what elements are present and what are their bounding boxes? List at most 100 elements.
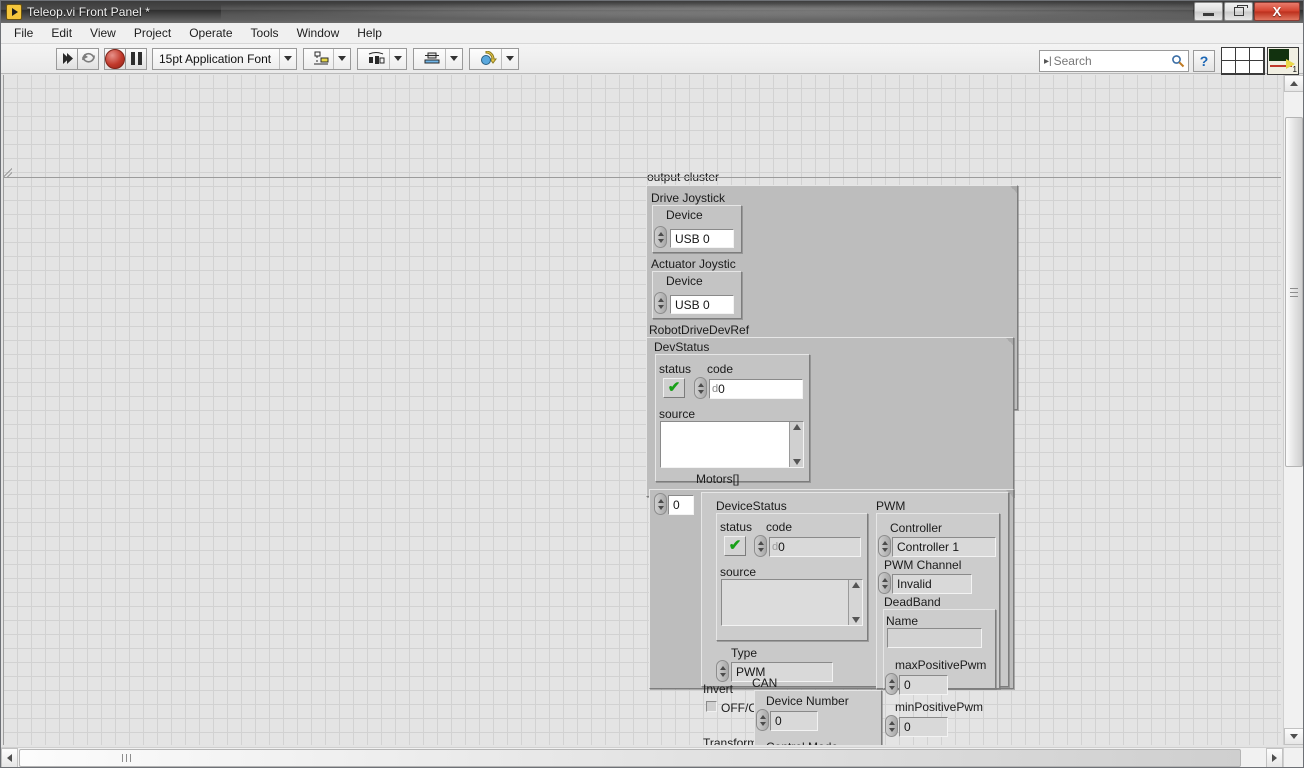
cluster-resize-nub-tr[interactable] [1010,186,1017,193]
drive-joystick-device-value[interactable]: USB 0 [670,229,734,248]
actuator-joystick-label: Actuator Joystic [651,257,736,271]
device-status-code-number: 0 [778,540,785,554]
dev-status-code-stepper[interactable] [694,377,707,399]
actuator-joystick-device-stepper[interactable] [654,292,667,314]
context-help-icon[interactable]: ? [1193,50,1215,72]
vertical-scroll-thumb[interactable] [1285,117,1303,467]
menu-edit[interactable]: Edit [42,24,81,42]
scroll-left-button[interactable] [1,748,18,767]
scroll-down-arrow[interactable] [851,617,860,623]
dev-status-source-scrollbar[interactable] [789,422,803,467]
distribute-chevron-down-icon[interactable] [389,48,406,69]
scroll-up-arrow[interactable] [792,424,801,430]
window-layout-icon[interactable] [1221,47,1265,75]
dev-status-status-label: status [659,362,692,376]
robot-drive-resize-nub-tr[interactable] [1006,338,1013,345]
ok-check-icon: ✔ [728,536,742,554]
menu-view[interactable]: View [81,24,125,42]
drive-joystick-device-stepper[interactable] [654,226,667,248]
pwm-controller-stepper[interactable] [878,535,891,557]
toolbar: 15pt Application Font ▸| Search ? 1 [1,44,1303,75]
dev-status-source-field[interactable] [660,421,804,468]
vi-icon-thumbnail[interactable]: 1 [1267,47,1299,75]
panel-horizontal-scrollbar[interactable] [1,747,1283,767]
menu-window[interactable]: Window [288,24,349,42]
can-device-number-value[interactable]: 0 [770,711,818,731]
chevron-down-icon[interactable] [279,48,296,69]
search-input[interactable]: ▸| Search [1039,50,1189,72]
device-status-source-field[interactable] [721,579,863,626]
run-arrow-icon[interactable] [56,47,78,70]
motors-index-value[interactable]: 0 [668,495,694,515]
toolbar-right-group: ▸| Search ? 1 [1039,47,1299,75]
scroll-up-arrow [1290,81,1298,86]
pwm-name-label: Name [886,614,919,628]
pwm-channel-label: PWM Channel [884,558,962,572]
distribute-objects-button[interactable] [357,47,408,70]
menu-project[interactable]: Project [125,24,180,42]
dev-status-code-value[interactable]: d 0 [709,379,803,399]
distribute-objects-icon [364,51,389,67]
pwm-channel-stepper[interactable] [878,572,891,594]
run-continuously-icon[interactable] [77,47,99,70]
invert-checkbox[interactable] [706,701,717,712]
actuator-joystick-device-value[interactable]: USB 0 [670,295,734,314]
horizontal-scroll-thumb[interactable] [19,749,1241,767]
scroll-down-arrow[interactable] [792,459,801,465]
pwm-max-positive-value[interactable]: 0 [899,675,948,695]
menu-file[interactable]: File [5,24,42,42]
type-value[interactable]: PWM [731,662,833,682]
scroll-right-arrow [1272,754,1277,762]
invert-value: OFF/O [721,701,758,715]
font-selector[interactable]: 15pt Application Font [152,47,298,70]
device-status-status-indicator[interactable]: ✔ [724,536,746,556]
device-status-code-value[interactable]: d 0 [769,537,861,557]
run-controls-group [56,47,99,70]
window-title: Teleop.vi Front Panel * [27,5,151,19]
can-device-number-stepper[interactable] [756,709,769,731]
pwm-max-positive-stepper[interactable] [885,673,898,695]
pwm-min-positive-value[interactable]: 0 [899,717,948,737]
device-status-source-scrollbar[interactable] [848,580,862,625]
type-stepper[interactable] [716,660,729,682]
panel-vertical-scrollbar[interactable] [1283,75,1303,745]
pwm-min-positive-stepper[interactable] [885,715,898,737]
search-placeholder: Search [1053,54,1092,68]
close-button[interactable]: X [1254,2,1300,21]
align-objects-icon [310,51,333,67]
device-status-code-stepper[interactable] [754,535,767,557]
dev-status-label: DevStatus [654,340,710,354]
align-chevron-down-icon[interactable] [333,48,350,69]
scroll-right-button[interactable] [1266,748,1283,767]
reorder-chevron-down-icon[interactable] [501,48,518,69]
pwm-label: PWM [876,499,906,513]
resize-chevron-down-icon[interactable] [445,48,462,69]
menu-help[interactable]: Help [348,24,391,42]
window-titlebar[interactable]: Teleop.vi Front Panel * X [1,1,1303,23]
pause-icon[interactable] [125,47,147,70]
pwm-name-value[interactable] [887,628,982,648]
pwm-controller-value[interactable]: Controller 1 [892,537,996,557]
dev-status-code-number: 0 [718,382,725,396]
device-status-label: DeviceStatus [716,499,787,513]
scrollbar-corner [1283,747,1303,767]
pwm-channel-value[interactable]: Invalid [892,574,972,594]
search-magnifier-icon[interactable] [1171,54,1185,68]
abort-execution-icon[interactable] [104,47,126,70]
align-objects-button[interactable] [303,47,352,70]
minimize-button[interactable] [1194,2,1223,21]
ok-check-icon: ✔ [667,378,681,396]
scroll-up-button[interactable] [1284,75,1303,92]
scroll-down-button[interactable] [1284,728,1303,745]
maximize-restore-button[interactable] [1224,2,1253,21]
reorder-objects-button[interactable] [469,47,520,70]
scroll-left-arrow [7,754,12,762]
motors-index-stepper[interactable] [654,493,667,515]
resize-objects-button[interactable] [413,47,464,70]
scroll-up-arrow[interactable] [851,582,860,588]
labview-front-panel-window: Teleop.vi Front Panel * X File Edit View… [0,0,1304,768]
menu-operate[interactable]: Operate [180,24,241,42]
front-panel-canvas[interactable]: output cluster Drive Joystick Device USB… [3,75,1281,745]
dev-status-status-indicator[interactable]: ✔ [663,378,685,398]
menu-tools[interactable]: Tools [242,24,288,42]
